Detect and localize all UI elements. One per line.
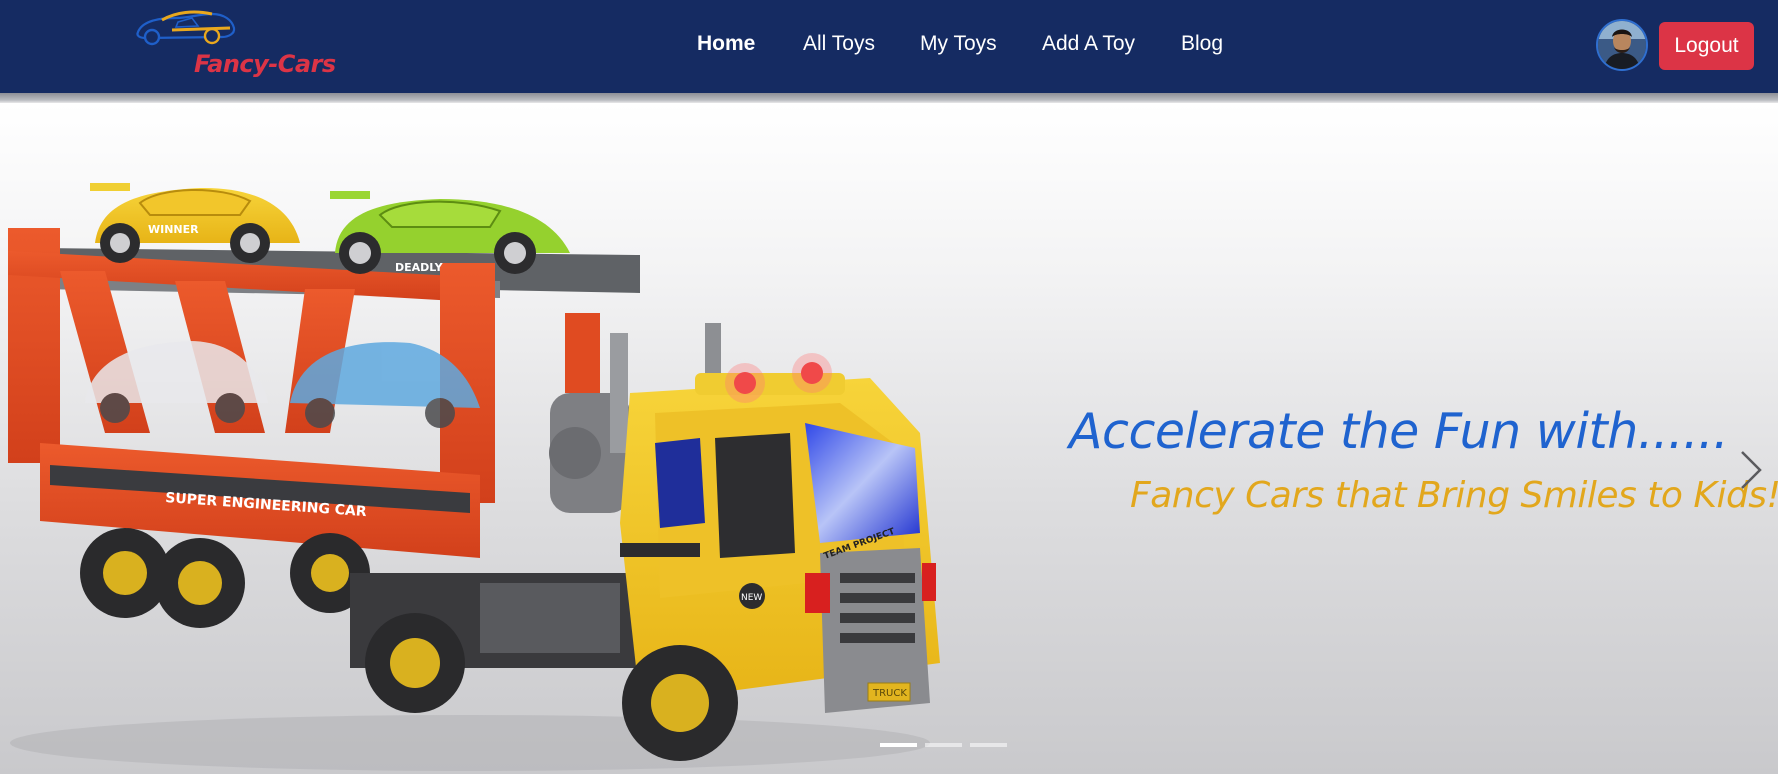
navbar: Fancy-Cars Home All Toys My Toys Add A T… xyxy=(0,0,1778,93)
user-photo-icon xyxy=(1598,21,1646,69)
nav-all-toys[interactable]: All Toys xyxy=(803,32,875,56)
user-avatar[interactable] xyxy=(1596,19,1648,71)
navbar-divider xyxy=(0,93,1778,103)
yellow-car-decal: WINNER xyxy=(148,223,199,236)
chevron-right-icon xyxy=(1741,451,1762,489)
nav-my-toys[interactable]: My Toys xyxy=(920,32,997,56)
carousel-indicator-3[interactable] xyxy=(970,743,1007,747)
hero-subline: Fancy Cars that Bring Smiles to Kids! xyxy=(1130,475,1778,516)
nav-add-a-toy[interactable]: Add A Toy xyxy=(1042,32,1135,56)
carousel-indicator-1[interactable] xyxy=(880,743,917,747)
nav-home[interactable]: Home xyxy=(697,32,755,56)
carousel-next-button[interactable] xyxy=(1736,448,1766,492)
logout-button[interactable]: Logout xyxy=(1659,22,1754,70)
new-badge: NEW xyxy=(741,593,762,603)
nav-blog[interactable]: Blog xyxy=(1181,32,1223,56)
hero-carousel: SUPER ENGINEERING CAR WINNER DEADLY TEAM… xyxy=(0,103,1778,774)
main-nav: Home All Toys My Toys Add A Toy Blog xyxy=(0,0,1778,93)
plate-label: TRUCK xyxy=(872,688,907,699)
carousel-indicator-2[interactable] xyxy=(925,743,962,747)
green-car-decal: DEADLY xyxy=(395,261,444,274)
car-carrier-truck-image: SUPER ENGINEERING CAR WINNER DEADLY TEAM… xyxy=(8,183,940,771)
hero-headline: Accelerate the Fun with...... xyxy=(1069,403,1729,460)
